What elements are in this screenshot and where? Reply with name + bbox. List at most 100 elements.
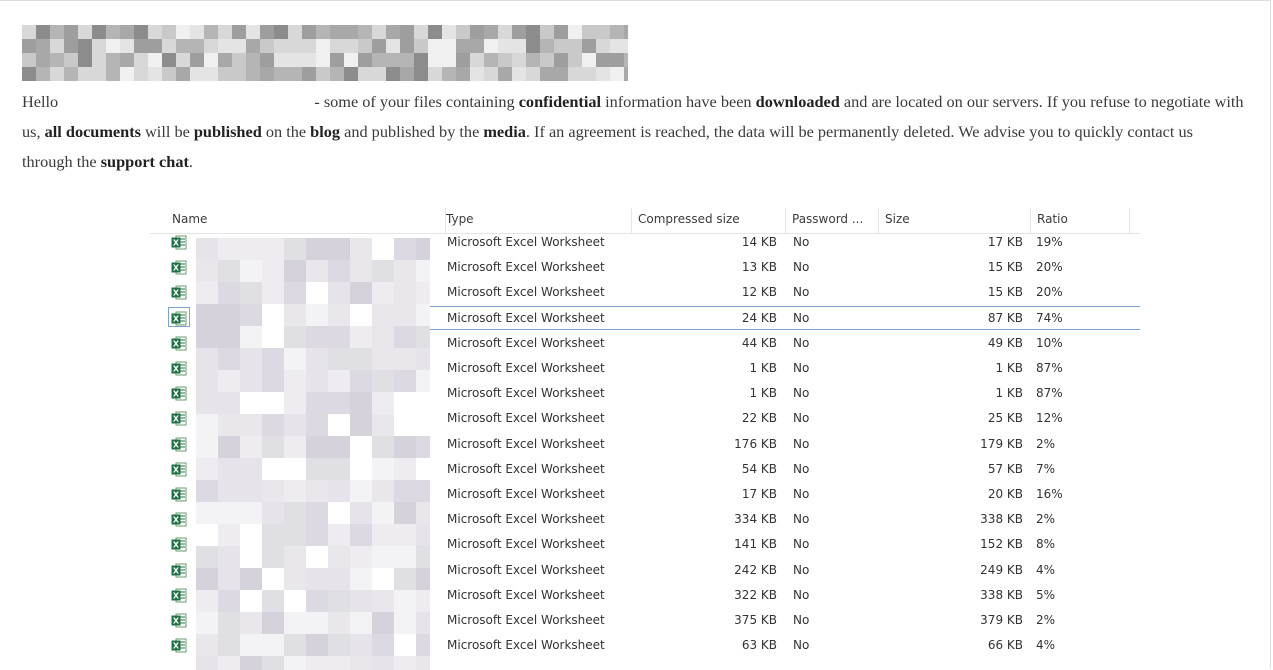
redaction-pixel xyxy=(284,634,306,656)
redaction-pixel xyxy=(262,436,284,458)
redaction-pixel xyxy=(316,39,330,53)
redaction-pixel xyxy=(372,502,394,524)
redaction-pixel xyxy=(372,612,394,634)
cell-size: 249 KB xyxy=(980,562,1023,577)
redaction-pixel xyxy=(262,480,284,502)
cell-compressed-size: 375 KB xyxy=(734,613,777,627)
redaction-pixel xyxy=(306,590,328,612)
ransom-message: Hello - some of your files containing co… xyxy=(22,87,1247,177)
redaction-pixel xyxy=(148,53,162,67)
redaction-pixel xyxy=(582,25,596,39)
message-bold-published: published xyxy=(193,122,262,141)
svg-text:X: X xyxy=(173,390,180,399)
redaction-pixel xyxy=(284,282,306,304)
cell-password: No xyxy=(793,562,810,577)
redaction-pixel xyxy=(624,53,628,67)
redaction-pixel xyxy=(328,326,350,348)
redaction-pixel xyxy=(196,590,218,612)
redaction-pixel xyxy=(240,502,262,524)
redaction-pixel xyxy=(240,326,262,348)
redaction-pixel xyxy=(358,39,372,53)
redaction-pixel xyxy=(306,238,328,260)
redaction-pixel xyxy=(262,282,284,304)
redaction-pixel xyxy=(512,53,526,67)
redaction-pixel xyxy=(50,67,64,81)
redaction-pixel xyxy=(372,656,394,670)
cell-compressed-size: 12 KB xyxy=(741,285,777,300)
redaction-pixel xyxy=(414,53,428,67)
redaction-pixel xyxy=(350,436,372,458)
redaction-pixel xyxy=(330,53,344,67)
redaction-pixel xyxy=(610,39,624,53)
cell-type: Microsoft Excel Worksheet xyxy=(447,461,605,476)
cell-size: 25 KB xyxy=(987,411,1023,426)
redaction-pixel xyxy=(328,260,350,282)
cell-ratio: 20% xyxy=(1036,260,1063,275)
cell-password: No xyxy=(793,386,810,401)
redaction-pixel xyxy=(262,304,284,326)
redaction-pixel xyxy=(372,238,394,260)
cell-ratio: 12% xyxy=(1036,411,1063,426)
redaction-pixel xyxy=(196,612,218,634)
redaction-pixel xyxy=(240,414,262,436)
redaction-pixel xyxy=(358,25,372,39)
cell-password: No xyxy=(793,335,810,350)
redaction-pixel xyxy=(328,480,350,502)
cell-compressed-size: 334 KB xyxy=(734,512,777,527)
cell-type: Microsoft Excel Worksheet xyxy=(447,587,605,602)
cell-type: Microsoft Excel Worksheet xyxy=(447,260,605,275)
redaction-pixel xyxy=(240,370,262,392)
redaction-pixel xyxy=(328,238,350,260)
redaction-pixel xyxy=(328,392,350,414)
redaction-pixel xyxy=(262,612,284,634)
cell-ratio: 5% xyxy=(1036,587,1056,602)
redaction-pixel xyxy=(120,53,134,67)
redaction-pixel xyxy=(394,326,416,348)
redaction-pixel xyxy=(400,53,414,67)
redaction-pixel xyxy=(262,656,284,670)
redaction-pixel xyxy=(610,67,624,81)
redaction-pixel xyxy=(394,612,416,634)
cell-password: No xyxy=(793,537,810,552)
redaction-pixel xyxy=(306,546,328,568)
redaction-pixel xyxy=(540,39,554,53)
cell-size: 179 KB xyxy=(980,436,1023,451)
redaction-pixel xyxy=(240,436,262,458)
redaction-pixel xyxy=(204,25,218,39)
redaction-pixel xyxy=(350,458,372,480)
redaction-pixel xyxy=(394,590,416,612)
redaction-pixel xyxy=(106,39,120,53)
redaction-pixel xyxy=(350,546,372,568)
excel-file-icon: X xyxy=(171,537,187,552)
message-bold-all-documents: all documents xyxy=(44,122,141,141)
redaction-pixel xyxy=(624,39,628,53)
redaction-pixel xyxy=(36,39,50,53)
redaction-pixel xyxy=(196,524,218,546)
cell-password: No xyxy=(793,512,810,527)
redaction-pixel xyxy=(284,238,306,260)
redaction-pixel xyxy=(350,568,372,590)
cell-size: 66 KB xyxy=(987,638,1023,653)
redaction-pixel xyxy=(50,53,64,67)
redaction-pixel xyxy=(306,348,328,370)
redaction-pixel xyxy=(416,656,430,670)
redaction-pixel xyxy=(306,656,328,670)
cell-size: 20 KB xyxy=(987,487,1023,501)
redaction-pixel xyxy=(284,370,306,392)
redaction-pixel xyxy=(274,25,288,39)
redaction-pixel xyxy=(554,53,568,67)
cell-type: Microsoft Excel Worksheet xyxy=(447,562,605,577)
message-bold-blog: blog xyxy=(310,122,341,141)
cell-ratio: 2% xyxy=(1036,512,1056,527)
cell-password: No xyxy=(793,638,810,653)
redaction-pixel xyxy=(416,502,430,524)
redaction-pixel xyxy=(330,39,344,53)
redaction-pixel xyxy=(416,568,430,590)
redaction-pixel xyxy=(328,568,350,590)
cell-type: Microsoft Excel Worksheet xyxy=(447,487,605,501)
redaction-pixel xyxy=(358,53,372,67)
redaction-pixel xyxy=(262,370,284,392)
redaction-pixel xyxy=(328,634,350,656)
redaction-pixel xyxy=(350,304,372,326)
redaction-pixel xyxy=(456,39,470,53)
